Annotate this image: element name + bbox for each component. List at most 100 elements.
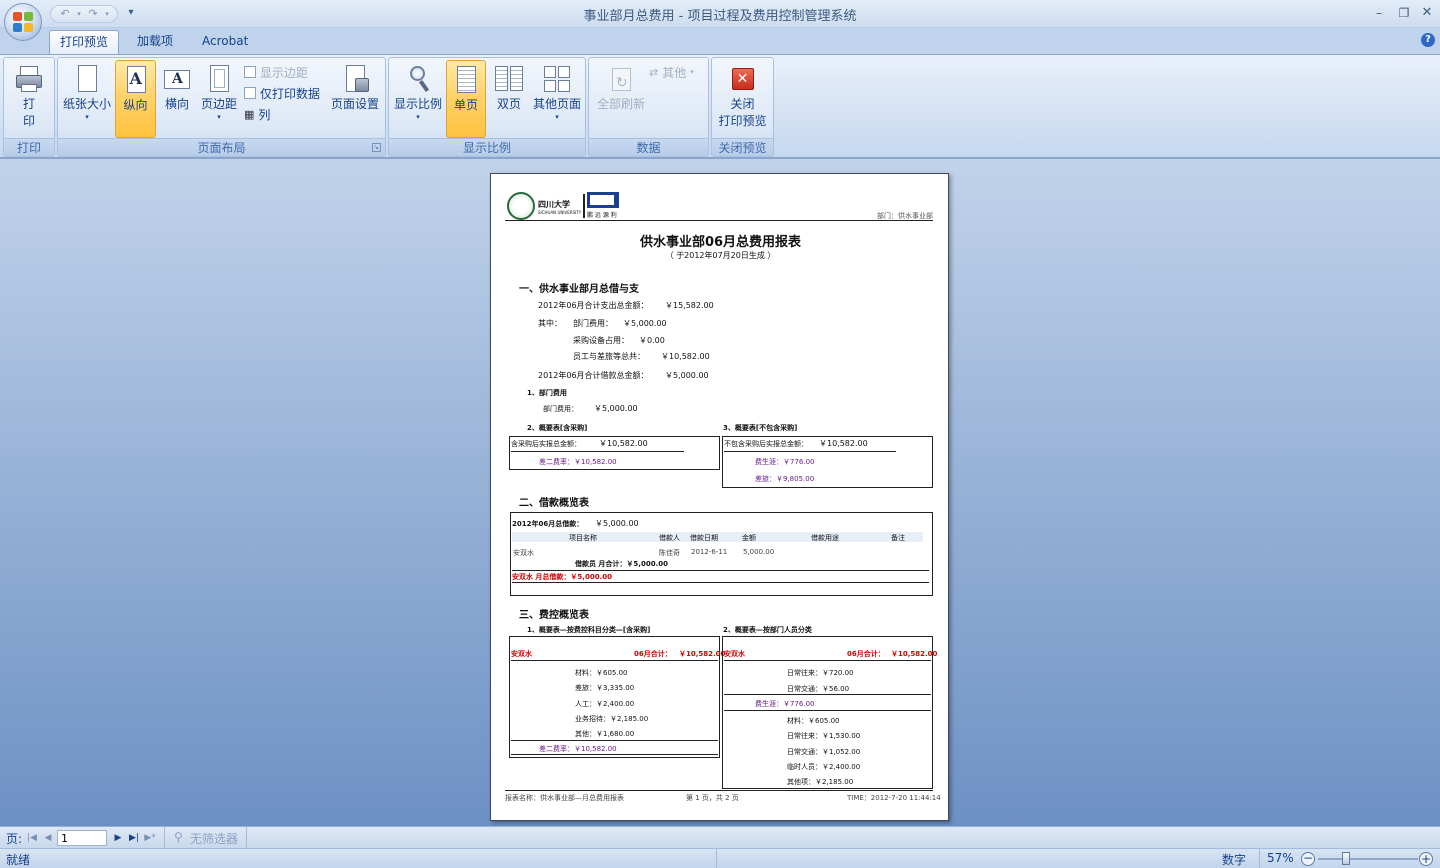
left-header-month: 06月合计：	[634, 650, 672, 658]
previous-page-icon[interactable]: ◀	[42, 831, 54, 845]
footer-rule	[505, 790, 933, 791]
last-page-icon[interactable]: ▶|	[128, 831, 140, 845]
right-header-month: 06月合计：	[847, 650, 885, 658]
two-pages-label: 双页	[496, 97, 521, 111]
zoom-button[interactable]: 显示比例 ▾	[391, 60, 445, 138]
paper-size-icon	[72, 64, 102, 94]
zoom-out-icon[interactable]: −	[1301, 852, 1315, 866]
borrow-row-amount: 5,000.00	[743, 548, 775, 556]
office-logo-icon	[13, 12, 33, 32]
next-page-icon[interactable]: ▶	[112, 831, 124, 845]
group-label-close-preview: 关闭预览	[712, 138, 773, 156]
tab-add-ins[interactable]: 加载项	[127, 30, 183, 54]
print-button[interactable]: 打 印	[8, 60, 50, 138]
customize-qat-icon[interactable]: ▾	[125, 5, 137, 21]
page-setup-button[interactable]: 页面设置	[328, 60, 382, 138]
more-pages-label: 其他页面	[532, 97, 581, 111]
right-mid: 费生涯：￥776.00	[755, 700, 815, 708]
no-filter-label[interactable]: 无筛选器	[190, 830, 238, 847]
columns-button[interactable]: ▦ 列	[244, 104, 270, 124]
one-page-button[interactable]: 单页	[446, 60, 486, 138]
dept-fee-value: ￥5,000.00	[623, 319, 667, 328]
col-borrower: 借款人	[659, 534, 680, 542]
printer-icon	[14, 64, 44, 94]
sub2-row-label: 含采购后实报总金额：	[511, 440, 581, 448]
logo-divider	[583, 194, 585, 218]
first-page-icon[interactable]: |◀	[26, 831, 38, 845]
dialog-launcher-icon[interactable]: ↘	[372, 143, 381, 152]
zoom-level: 57%	[1267, 851, 1294, 865]
refresh-all-button[interactable]: ↻ 全部刷新	[591, 60, 651, 138]
restore-icon[interactable]: ❐	[1394, 4, 1414, 22]
more-pages-button[interactable]: 其他页面 ▾	[530, 60, 584, 138]
checkbox-icon	[244, 87, 256, 99]
report-title: 供水事业部06月总费用报表	[639, 235, 802, 250]
other-button[interactable]: ⇄ 其他 ▾	[649, 62, 694, 82]
report-page: 四川大学 SICHUAN UNIVERSITY 鹏 远 源 利 部门：供水事业部…	[490, 173, 949, 821]
report-subtitle: （ 于2012年07月20日生成 ）	[665, 251, 776, 260]
equip-value: ￥0.00	[639, 336, 665, 345]
minimize-icon[interactable]: –	[1369, 4, 1389, 22]
close-preview-button[interactable]: ✕ 关闭 打印预览	[714, 60, 771, 138]
col-project-name: 项目名称	[569, 534, 597, 542]
status-divider	[1259, 849, 1260, 868]
footer-report-name: 报表名称：供水事业部—月总费用报表	[505, 794, 624, 802]
col-amount: 金额	[742, 534, 756, 542]
record-navigation-bar: 页: |◀ ◀ ▶ ▶| ▶* ⚲ 无筛选器	[0, 826, 1440, 848]
zoom-in-icon[interactable]: +	[1419, 852, 1433, 866]
status-divider	[716, 849, 717, 868]
help-icon[interactable]: ?	[1421, 33, 1435, 47]
right-top-item-2: 日常交通：￥56.00	[787, 685, 850, 693]
dropdown-arrow-icon: ▾	[416, 113, 420, 121]
portrait-label: 纵向	[123, 98, 148, 112]
magnifier-icon	[403, 64, 433, 94]
group-label-data: 数据	[589, 138, 708, 156]
undo-icon[interactable]: ↶	[57, 7, 73, 21]
right-mid-rule-1	[724, 694, 931, 695]
page-number-input[interactable]	[57, 830, 107, 846]
landscape-button[interactable]: A 横向	[158, 60, 196, 138]
section3-right-title: 2、概要表—按部门人员分类	[723, 626, 812, 634]
borrow-total-label: 2012年06月合计借款总金额：	[538, 371, 649, 380]
show-margins-checkbox[interactable]: 显示边距	[244, 62, 308, 82]
borrow-rule-2	[512, 582, 929, 583]
two-pages-icon	[494, 64, 524, 94]
zoom-slider-thumb[interactable]	[1342, 852, 1350, 865]
undo-dropdown-icon[interactable]: ▾	[75, 7, 83, 21]
redo-icon[interactable]: ↷	[85, 7, 101, 21]
left-total: 差二费率：￥10,582.00	[539, 745, 617, 753]
ribbon: 打 印 打印 纸张大小 ▾ A 纵向 A 横向 页边距 ▾ 显示边距 仅打印数据…	[0, 54, 1440, 158]
paper-size-label: 纸张大小	[62, 97, 111, 111]
margins-button[interactable]: 页边距 ▾	[198, 60, 240, 138]
paper-size-button[interactable]: 纸张大小 ▾	[60, 60, 114, 138]
sub1-heading: 1、部门费用	[527, 389, 567, 397]
ribbon-tabs: 打印预览 加载项 Acrobat	[0, 28, 1440, 54]
sub3-line2: 差旅：￥9,805.00	[755, 475, 815, 483]
redo-dropdown-icon[interactable]: ▾	[103, 7, 111, 21]
close-window-icon[interactable]: ✕	[1417, 4, 1437, 22]
status-bar: 就绪 数字 57% − +	[0, 848, 1440, 868]
left-item-4: 业务招待：￥2,185.00	[575, 715, 649, 723]
left-total-rule	[511, 740, 718, 741]
section2-heading: 二、借款概览表	[519, 498, 589, 509]
columns-label: 列	[258, 107, 271, 122]
sub1-value: ￥5,000.00	[594, 404, 638, 413]
sub1-label: 部门费用：	[543, 405, 578, 413]
tab-acrobat[interactable]: Acrobat	[192, 30, 258, 54]
office-button[interactable]	[4, 3, 42, 41]
two-pages-button[interactable]: 双页	[489, 60, 529, 138]
logo-text: 四川大学	[538, 199, 570, 209]
right-item-3: 日常交通：￥1,052.00	[787, 748, 861, 756]
tab-print-preview[interactable]: 打印预览	[49, 30, 119, 54]
print-data-only-checkbox[interactable]: 仅打印数据	[244, 83, 320, 103]
total-expense-label: 2012年06月合计支出总金额：	[538, 301, 649, 310]
group-page-layout: 纸张大小 ▾ A 纵向 A 横向 页边距 ▾ 显示边距 仅打印数据 ▦ 列 页面…	[57, 57, 386, 157]
left-header-value: ￥10,582.00	[679, 650, 726, 658]
print-label: 打 印	[22, 97, 35, 128]
zoom-slider-track[interactable]	[1318, 858, 1418, 860]
group-label-page-layout: 页面布局	[58, 138, 385, 156]
one-page-label: 单页	[453, 98, 478, 112]
right-item-5: 其他项：￥2,185.00	[787, 778, 854, 786]
portrait-button[interactable]: A 纵向	[115, 60, 156, 138]
other-icon: ⇄	[649, 65, 659, 79]
